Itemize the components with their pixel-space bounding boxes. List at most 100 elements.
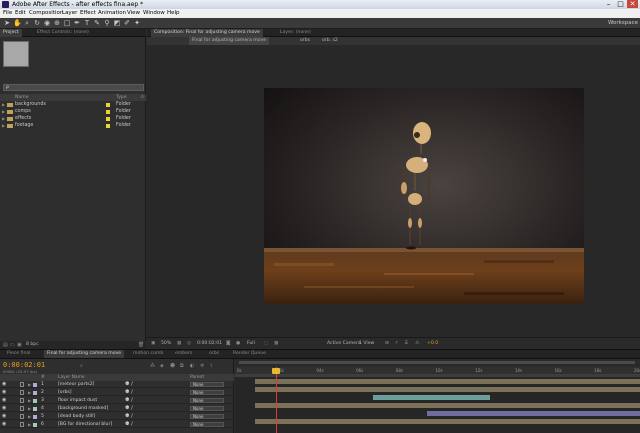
layer-row[interactable]: ◉ ▶ 5 [dead body still] ⚉ ∕ None xyxy=(0,413,234,420)
layer-track[interactable] xyxy=(235,410,640,417)
tab-layer[interactable]: Layer: (none) xyxy=(277,29,314,37)
menu-composition[interactable]: Composition xyxy=(29,9,63,18)
visibility-eye-icon[interactable]: ◉ xyxy=(2,390,7,395)
parent-dropdown[interactable]: None xyxy=(190,390,224,395)
brush-tool-icon[interactable]: ✎ xyxy=(93,19,101,27)
layer-duration-bar[interactable] xyxy=(255,387,640,392)
tab-project[interactable]: Project xyxy=(0,29,22,37)
layer-row[interactable]: ◉ ▶ 2 [orbs] ⚉ ∕ None xyxy=(0,389,234,396)
layer-duration-bar[interactable] xyxy=(255,419,640,424)
current-time-indicator[interactable] xyxy=(276,367,278,433)
composition-frame[interactable] xyxy=(264,88,584,304)
parent-dropdown[interactable]: None xyxy=(190,382,224,387)
camera-tool-icon[interactable]: ◉ xyxy=(43,19,51,27)
text-tool-icon[interactable]: T xyxy=(83,19,91,27)
parent-dropdown[interactable]: None xyxy=(190,414,224,419)
flowchart-icon[interactable]: ⁂ xyxy=(140,94,145,101)
menu-file[interactable]: File xyxy=(3,9,12,18)
layer-name[interactable]: [BG for directional blur] xyxy=(58,421,112,428)
expand-arrow-icon[interactable]: ▶ xyxy=(2,108,5,115)
label-color-swatch[interactable] xyxy=(106,103,110,107)
lock-icon[interactable] xyxy=(20,422,24,427)
label-color-swatch[interactable] xyxy=(33,398,37,403)
motion-blur-icon[interactable]: ◐ xyxy=(190,363,194,369)
new-comp-icon[interactable]: ▣ xyxy=(17,342,22,348)
layer-name[interactable]: [meteor parts2] xyxy=(58,381,94,388)
rectangle-tool-icon[interactable]: □ xyxy=(63,19,71,27)
layer-duration-bar[interactable] xyxy=(427,411,640,416)
tab-render-queue[interactable]: Render Queue xyxy=(230,350,269,358)
column-name[interactable]: Name xyxy=(15,94,29,101)
layer-switches-icon[interactable]: ⚉ ∕ xyxy=(125,381,133,388)
layer-track[interactable] xyxy=(235,394,640,401)
parent-dropdown[interactable]: None xyxy=(190,422,224,427)
layer-duration-bar[interactable] xyxy=(255,403,640,408)
layer-switches-icon[interactable]: ⚉ ∕ xyxy=(125,421,133,428)
label-color-swatch[interactable] xyxy=(106,117,110,121)
tab-piece-final[interactable]: Piece final xyxy=(4,350,33,358)
tab-effect-controls[interactable]: Effect Controls: (none) xyxy=(34,29,92,37)
time-navigator-range[interactable] xyxy=(239,361,635,364)
expand-arrow-icon[interactable]: ▶ xyxy=(2,115,5,122)
layer-switches-icon[interactable]: ⚉ ∕ xyxy=(125,389,133,396)
label-color-swatch[interactable] xyxy=(33,414,37,419)
list-item[interactable]: ▶ comps Folder xyxy=(0,108,146,115)
lock-icon[interactable] xyxy=(20,406,24,411)
visibility-eye-icon[interactable]: ◉ xyxy=(2,414,7,419)
layer-duration-bar[interactable] xyxy=(255,379,640,384)
layer-track[interactable] xyxy=(235,378,640,385)
parent-dropdown[interactable]: None xyxy=(190,406,224,411)
list-item[interactable]: ▶ backgrounds Folder xyxy=(0,101,146,108)
tab-composition[interactable]: Composition: Final for adjusting camera … xyxy=(151,29,263,37)
layer-row[interactable]: ◉ ▶ 1 [meteor parts2] ⚉ ∕ None xyxy=(0,381,234,388)
list-item[interactable]: ▶ footage Folder xyxy=(0,122,146,129)
visibility-eye-icon[interactable]: ◉ xyxy=(2,398,7,403)
time-navigator[interactable] xyxy=(235,359,640,367)
minimize-button[interactable]: – xyxy=(603,0,614,8)
label-color-swatch[interactable] xyxy=(33,422,37,427)
expand-arrow-icon[interactable]: ▶ xyxy=(28,405,31,412)
layer-name[interactable]: [orbs] xyxy=(58,389,72,396)
menu-effect[interactable]: Effect xyxy=(80,9,96,18)
project-search-input[interactable]: ρ xyxy=(3,84,144,91)
eraser-tool-icon[interactable]: ◩ xyxy=(113,19,121,27)
layer-name[interactable]: [background masked] xyxy=(58,405,108,412)
tab-final-camera-move[interactable]: Final for adjusting camera move xyxy=(44,350,125,358)
bit-depth-label[interactable]: 8 bpc xyxy=(26,342,39,347)
layer-name[interactable]: [dead body still] xyxy=(58,413,95,420)
maximize-button[interactable]: □ xyxy=(615,0,626,8)
visibility-eye-icon[interactable]: ◉ xyxy=(2,422,7,427)
rotate-tool-icon[interactable]: ↻ xyxy=(33,19,41,27)
graph-editor-icon[interactable]: ⌇ xyxy=(210,363,212,369)
menu-view[interactable]: View xyxy=(127,9,140,18)
label-color-swatch[interactable] xyxy=(33,390,37,395)
workspace-label[interactable]: Workspace xyxy=(608,18,638,29)
breadcrumb-item[interactable]: Final for adjusting camera move xyxy=(189,37,270,45)
interpret-footage-icon[interactable]: ▤ xyxy=(3,342,8,348)
new-folder-icon[interactable]: ▭ xyxy=(10,342,15,348)
lock-icon[interactable] xyxy=(20,414,24,419)
label-color-swatch[interactable] xyxy=(33,382,37,387)
layer-duration-bar[interactable] xyxy=(372,395,491,400)
layer-switches-icon[interactable]: ⚉ ∕ xyxy=(125,413,133,420)
expand-arrow-icon[interactable]: ▶ xyxy=(2,101,5,108)
layer-track[interactable] xyxy=(235,386,640,393)
work-area-bar[interactable] xyxy=(235,374,640,377)
layer-row[interactable]: ◉ ▶ 4 [background masked] ⚉ ∕ None xyxy=(0,405,234,412)
shy-layers-icon[interactable]: ☻ xyxy=(170,363,175,369)
tab-embers[interactable]: embers xyxy=(172,350,195,358)
parent-dropdown[interactable]: None xyxy=(190,398,224,403)
lock-icon[interactable] xyxy=(20,390,24,395)
close-button[interactable]: ✕ xyxy=(627,0,638,8)
lock-icon[interactable] xyxy=(20,382,24,387)
search-icon[interactable]: ⌕ xyxy=(80,363,83,369)
expand-arrow-icon[interactable]: ▶ xyxy=(28,421,31,428)
column-number[interactable]: # xyxy=(41,374,45,381)
menu-edit[interactable]: Edit xyxy=(15,9,26,18)
label-color-swatch[interactable] xyxy=(106,110,110,114)
label-color-swatch[interactable] xyxy=(33,406,37,411)
expand-arrow-icon[interactable]: ▶ xyxy=(2,122,5,129)
visibility-eye-icon[interactable]: ◉ xyxy=(2,406,7,411)
brainstorm-icon[interactable]: ✲ xyxy=(200,363,204,369)
layer-row[interactable]: ◉ ▶ 3 floor impact dust ⚉ ∕ None xyxy=(0,397,234,404)
